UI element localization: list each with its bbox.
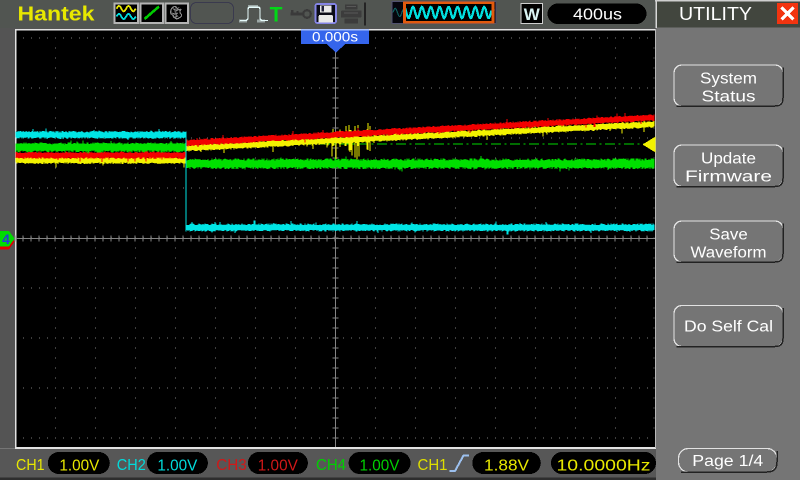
- svg-text:CH4: CH4: [316, 457, 346, 474]
- svg-text:Status: Status: [702, 89, 756, 106]
- svg-text:Hantek: Hantek: [18, 4, 96, 26]
- svg-text:1.00V: 1.00V: [258, 458, 298, 475]
- svg-text:10.0000Hz: 10.0000Hz: [557, 458, 651, 475]
- svg-text:Firmware: Firmware: [685, 169, 772, 186]
- svg-text:System: System: [700, 71, 757, 88]
- svg-text:CH3: CH3: [216, 457, 247, 474]
- svg-text:1.00V: 1.00V: [157, 458, 197, 475]
- svg-text:W: W: [524, 5, 541, 24]
- svg-text:4: 4: [2, 231, 10, 247]
- svg-text:CH1: CH1: [418, 457, 448, 474]
- svg-text:1.88V: 1.88V: [484, 458, 529, 475]
- svg-text:CH2: CH2: [117, 457, 146, 474]
- svg-text:Waveform: Waveform: [691, 245, 767, 262]
- svg-text:400us: 400us: [573, 7, 622, 24]
- svg-text:Save: Save: [709, 227, 748, 244]
- svg-text:Page 1/4: Page 1/4: [692, 453, 763, 470]
- svg-text:1.00V: 1.00V: [59, 458, 99, 475]
- svg-text:Update: Update: [701, 151, 756, 168]
- svg-text:0.000s: 0.000s: [312, 30, 358, 45]
- svg-text:Do Self Cal: Do Self Cal: [684, 319, 773, 336]
- svg-text:1.00V: 1.00V: [360, 458, 400, 475]
- svg-text:CH1: CH1: [16, 457, 45, 474]
- svg-text:T: T: [270, 4, 283, 27]
- svg-text:UTILITY: UTILITY: [679, 3, 752, 24]
